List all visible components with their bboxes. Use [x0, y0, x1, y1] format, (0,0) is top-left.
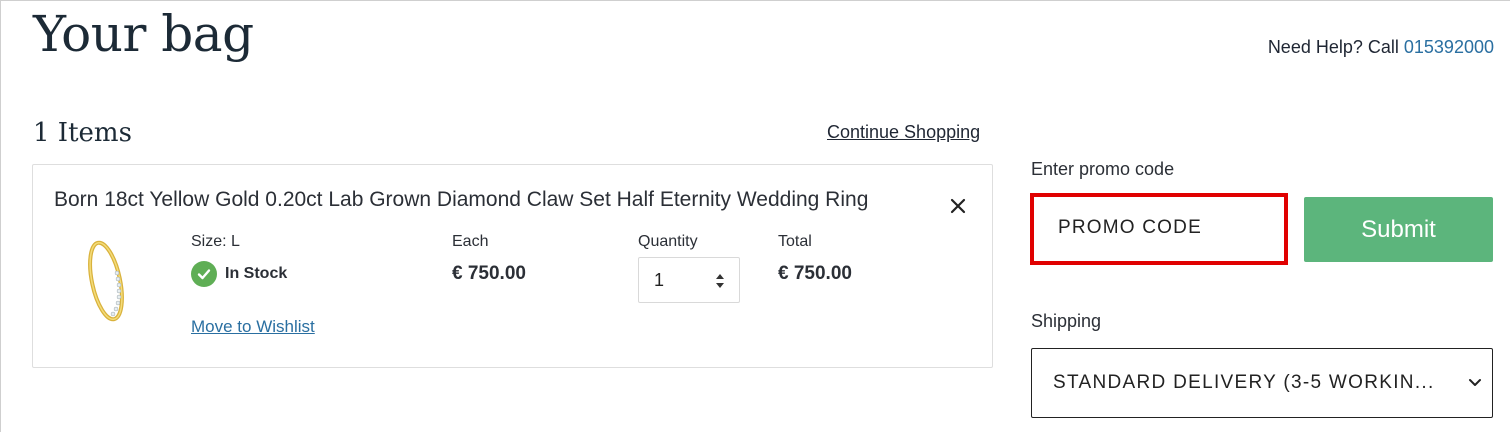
quantity-label: Quantity — [638, 233, 698, 250]
help-text: Need Help? Call — [1267, 37, 1404, 57]
submit-button[interactable]: Submit — [1304, 197, 1493, 262]
shipping-selected-value: STANDARD DELIVERY (3-5 WORKIN... — [1053, 372, 1435, 393]
promo-code-input[interactable] — [1058, 217, 1258, 239]
stock-status: In Stock — [191, 261, 287, 287]
page-title: Your bag — [33, 5, 254, 63]
total-price: € 750.00 — [778, 263, 852, 284]
item-size: Size: L — [191, 233, 240, 250]
cart-item-card: Born 18ct Yellow Gold 0.20ct Lab Grown D… — [32, 164, 993, 368]
quantity-value: 1 — [654, 270, 665, 290]
shipping-select[interactable]: STANDARD DELIVERY (3-5 WORKIN... — [1031, 348, 1493, 418]
shipping-label: Shipping — [1031, 311, 1102, 331]
help-line: Need Help? Call 015392000 — [1268, 37, 1494, 58]
close-icon[interactable] — [947, 195, 969, 217]
check-circle-icon — [191, 261, 217, 287]
help-phone-link[interactable]: 015392000 — [1404, 37, 1494, 57]
quantity-select[interactable]: 1 — [638, 257, 740, 303]
each-price: € 750.00 — [452, 263, 526, 284]
promo-code-field[interactable] — [1030, 193, 1288, 265]
chevron-down-icon — [1468, 376, 1482, 388]
continue-shopping-link[interactable]: Continue Shopping — [827, 122, 980, 143]
product-name: Born 18ct Yellow Gold 0.20ct Lab Grown D… — [54, 188, 869, 211]
ring-image — [73, 233, 143, 333]
items-count: 1 Items — [33, 118, 132, 148]
stock-label: In Stock — [225, 265, 288, 282]
total-label: Total — [778, 233, 812, 250]
page: Your bag Need Help? Call 015392000 1 Ite… — [0, 0, 1510, 432]
each-label: Each — [452, 233, 489, 250]
updown-arrows-icon — [715, 271, 725, 291]
promo-label: Enter promo code — [1031, 159, 1175, 179]
move-to-wishlist-link[interactable]: Move to Wishlist — [191, 317, 315, 337]
